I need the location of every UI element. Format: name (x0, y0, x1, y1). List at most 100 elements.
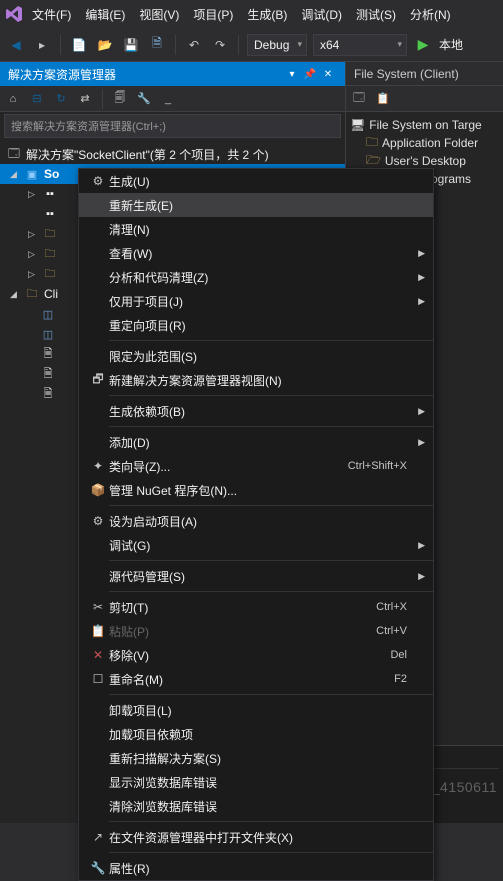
context-menu-item[interactable]: 限定为此范围(S) (79, 344, 433, 368)
fs-tool2[interactable]: 📋 (374, 90, 392, 108)
new-file-button[interactable]: 📄 (69, 35, 89, 55)
menu-edit[interactable]: 编辑(E) (79, 2, 131, 27)
context-menu-item[interactable]: 重定向项目(R) (79, 313, 433, 337)
context-menu-item[interactable]: 调试(G)▶ (79, 533, 433, 557)
solution-search-input[interactable]: 搜索解决方案资源管理器(Ctrl+;) (4, 114, 341, 138)
menu-build[interactable]: 生成(B) (241, 2, 293, 27)
context-menu-item[interactable]: ⚙设为启动项目(A) (79, 509, 433, 533)
menu-project[interactable]: 项目(P) (187, 2, 239, 27)
panel-title: File System (Client) (354, 67, 459, 81)
start-debug-button[interactable]: ▶ (413, 35, 433, 55)
back-button[interactable]: ◀ (6, 35, 26, 55)
collapse-icon[interactable]: ⊟ (28, 90, 46, 108)
menu-item-label: 查看(W) (109, 245, 413, 262)
redo-button[interactable]: ↷ (210, 35, 230, 55)
expand-icon[interactable]: ▷ (28, 189, 38, 200)
main-toolbar: ◀ ▸ 📄 📂 💾 🗎 ↶ ↷ Debug x64 ▶ 本地 (0, 28, 503, 62)
separator (238, 35, 239, 55)
menu-item-label: 清理(N) (109, 221, 413, 238)
save-all-button[interactable]: 🗎 (147, 35, 167, 55)
props-icon[interactable]: 🔧 (135, 90, 153, 108)
pin-icon[interactable]: 📌 (301, 65, 319, 83)
run-label: 本地 (439, 36, 463, 53)
menu-item-label: 调试(G) (109, 537, 413, 554)
close-icon[interactable]: ✕ (319, 65, 337, 83)
file-system-header: File System (Client) (346, 62, 503, 86)
solution-label: 解决方案"SocketClient"(第 2 个项目，共 2 个) (26, 146, 269, 163)
home-icon[interactable]: ⌂ (4, 90, 22, 108)
context-menu-item[interactable]: 加载项目依赖项 (79, 722, 433, 746)
menu-separator (109, 694, 433, 695)
solution-node[interactable]: 🗔 解决方案"SocketClient"(第 2 个项目，共 2 个) (0, 144, 345, 164)
context-menu-item[interactable]: 显示浏览数据库错误 (79, 770, 433, 794)
context-menu-item[interactable]: 仅用于项目(J)▶ (79, 289, 433, 313)
context-menu-item[interactable]: 重新生成(E) (79, 193, 433, 217)
dropdown-icon[interactable]: ▾ (283, 65, 301, 83)
menu-test[interactable]: 测试(S) (350, 2, 402, 27)
context-menu-item[interactable]: 重新扫描解决方案(S) (79, 746, 433, 770)
platform-combo[interactable]: x64 (313, 34, 407, 56)
menu-item-label: 移除(V) (109, 647, 390, 664)
menu-item-label: 显示浏览数据库错误 (109, 774, 413, 791)
menu-item-label: 重定向项目(R) (109, 317, 413, 334)
solution-explorer-header: 解决方案资源管理器 ▾ 📌 ✕ (0, 62, 345, 86)
show-all-icon[interactable]: 🗐 (111, 90, 129, 108)
context-menu-item[interactable]: ✕移除(V)Del (79, 643, 433, 667)
fs-root[interactable]: 🖥 File System on Targe (350, 116, 499, 134)
sync-icon[interactable]: ⇄ (76, 90, 94, 108)
file-icon: ◫ (40, 327, 56, 341)
refresh-icon[interactable]: ↻ (52, 90, 70, 108)
context-menu-item[interactable]: 源代码管理(S)▶ (79, 564, 433, 588)
menu-debug[interactable]: 调试(D) (295, 2, 348, 27)
context-menu-item[interactable]: ↗在文件资源管理器中打开文件夹(X) (79, 825, 433, 849)
menu-analyze[interactable]: 分析(N) (404, 2, 457, 27)
undo-button[interactable]: ↶ (184, 35, 204, 55)
context-menu-item[interactable]: ✦类向导(Z)...Ctrl+Shift+X (79, 454, 433, 478)
menu-item-label: 生成依赖项(B) (109, 403, 413, 420)
⚙-icon: ⚙ (87, 514, 109, 528)
✦-icon: ✦ (87, 459, 109, 473)
context-menu-item[interactable]: 生成依赖项(B)▶ (79, 399, 433, 423)
config-combo[interactable]: Debug (247, 34, 307, 56)
project-icon: ▣ (24, 167, 40, 181)
menu-item-label: 重新生成(E) (109, 197, 413, 214)
context-menu-item[interactable]: 清理(N) (79, 217, 433, 241)
expand-icon[interactable]: ▷ (28, 249, 38, 260)
menu-item-label: 生成(U) (109, 173, 413, 190)
expand-icon[interactable]: ▷ (28, 229, 38, 240)
↗-icon: ↗ (87, 830, 109, 844)
context-menu-item[interactable]: 卸载项目(L) (79, 698, 433, 722)
menu-view[interactable]: 视图(V) (133, 2, 185, 27)
context-menu-item[interactable]: ☐重命名(M)F2 (79, 667, 433, 691)
expand-icon[interactable]: ▷ (28, 269, 38, 280)
fs-item-label: User's Desktop (385, 154, 466, 168)
expand-icon[interactable]: ◢ (10, 289, 20, 300)
context-menu-item[interactable]: 查看(W)▶ (79, 241, 433, 265)
separator (175, 35, 176, 55)
context-menu-item[interactable]: 🗗新建解决方案资源管理器视图(N) (79, 368, 433, 392)
menu-file[interactable]: 文件(F) (26, 2, 77, 27)
fs-tool1[interactable]: 🗔 (350, 90, 368, 108)
menu-item-shortcut: Del (390, 649, 413, 661)
context-menu-item[interactable]: 添加(D)▶ (79, 430, 433, 454)
context-menu-item[interactable]: 🔧属性(R) (79, 856, 433, 880)
forward-button[interactable]: ▸ (32, 35, 52, 55)
context-menu-item[interactable]: 清除浏览数据库错误 (79, 794, 433, 818)
preview-icon[interactable]: _ (159, 90, 177, 108)
save-button[interactable]: 💾 (121, 35, 141, 55)
separator (102, 89, 103, 109)
expand-icon[interactable]: ◢ (10, 169, 20, 180)
context-menu-item[interactable]: ⚙生成(U) (79, 169, 433, 193)
open-button[interactable]: 📂 (95, 35, 115, 55)
context-menu-item[interactable]: 📦管理 NuGet 程序包(N)... (79, 478, 433, 502)
context-menu-item[interactable]: 分析和代码清理(Z)▶ (79, 265, 433, 289)
context-menu-item[interactable]: ✂剪切(T)Ctrl+X (79, 595, 433, 619)
solution-explorer-toolbar: ⌂ ⊟ ↻ ⇄ 🗐 🔧 _ (0, 86, 345, 112)
project-icon: 🗀 (24, 287, 40, 301)
menu-item-label: 新建解决方案资源管理器视图(N) (109, 372, 413, 389)
menu-item-label: 在文件资源管理器中打开文件夹(X) (109, 829, 413, 846)
🔧-icon: 🔧 (87, 861, 109, 875)
menu-item-label: 源代码管理(S) (109, 568, 413, 585)
menu-item-label: 卸载项目(L) (109, 702, 413, 719)
fs-item[interactable]: 🗀 Application Folder (350, 134, 499, 152)
